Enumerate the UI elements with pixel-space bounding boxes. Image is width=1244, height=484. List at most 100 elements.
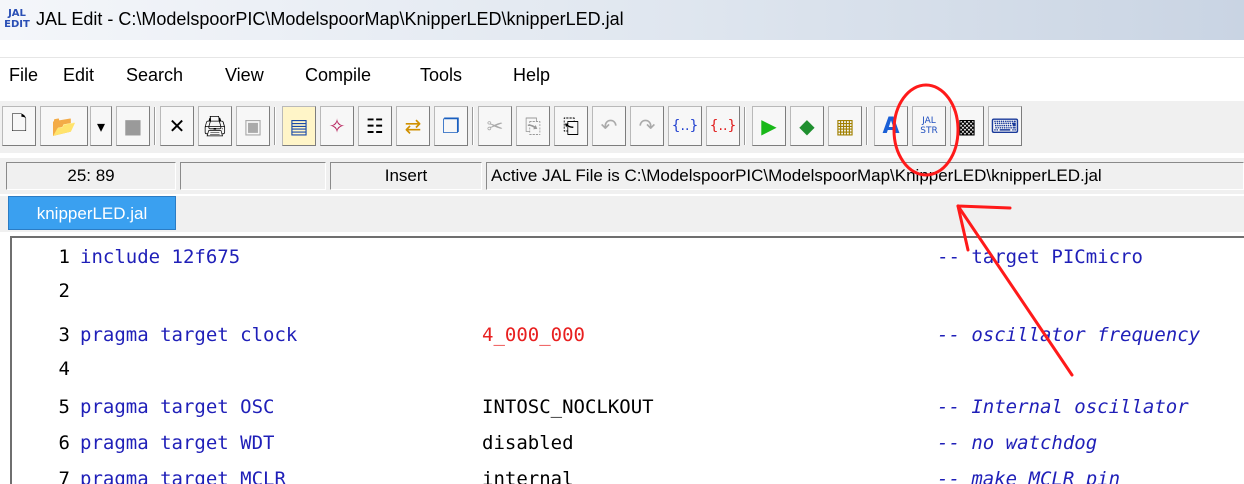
braces-red-icon: {..} <box>709 118 737 134</box>
stop-button[interactable]: ■ <box>116 106 150 146</box>
jal-str-icon: JAL STR <box>920 116 938 136</box>
wand-icon: ✧ <box>328 114 346 138</box>
toolbar: 🗋 📂 ▾ ■ ✕ 🖨 ▣ ▤ ✧ ☷ ⇄ ❐ ✂ ⎘ ⎗ ↶ ↷ {..} {… <box>0 101 1244 153</box>
code-comment: -- no watchdog <box>937 432 1098 454</box>
scissors-icon: ✂ <box>486 114 504 138</box>
code-line[interactable]: 5 pragma target OSC INTOSC_NOCLKOUT -- Inte… <box>12 396 1242 430</box>
compile-hex-button[interactable]: ▤ <box>282 106 316 146</box>
undo-icon: ↶ <box>600 114 618 138</box>
code-value: 4_000_000 <box>482 324 585 346</box>
download-icon: ▦ <box>835 114 855 138</box>
export-button[interactable]: ❐ <box>434 106 468 146</box>
chip-info-button[interactable]: ▩ <box>950 106 984 146</box>
jal-edit-app-icon: JAL EDIT <box>4 8 30 30</box>
toolbar-separator <box>274 107 276 145</box>
jal-string-button[interactable]: JAL STR <box>912 106 946 146</box>
menu-file[interactable]: File <box>9 65 38 86</box>
menu-bar: File Edit Search View Compile Tools Help <box>0 57 1244 94</box>
tab-knipperled[interactable]: knipperLED.jal <box>8 196 176 230</box>
stop-icon: ■ <box>123 114 143 138</box>
font-button[interactable]: A <box>874 106 908 146</box>
code-comment: -- target PICmicro <box>937 246 1143 268</box>
wizard-button[interactable]: ✧ <box>320 106 354 146</box>
program-chip-button[interactable]: ◆ <box>790 106 824 146</box>
code-comment: -- oscillator frequency <box>937 324 1201 346</box>
play-icon: ▶ <box>761 114 777 138</box>
font-icon: A <box>882 113 900 139</box>
new-file-icon: 🗋 <box>10 111 28 135</box>
uncomment-block-button[interactable]: {..} <box>706 106 740 146</box>
braces-blue-icon: {..} <box>671 118 699 134</box>
toolbar-separator <box>472 107 474 145</box>
toolbar-separator <box>744 107 746 145</box>
code-line[interactable]: 7 pragma target MCLR internal -- make MCLR … <box>12 468 1242 484</box>
code-line[interactable]: 6 pragma target WDT disabled -- no watchdog <box>12 432 1242 466</box>
program-icon: ◆ <box>799 114 815 138</box>
window-title: JAL Edit - C:\ModelspoorPIC\ModelspoorMa… <box>36 9 624 29</box>
tab-strip: knipperLED.jal <box>0 196 1244 232</box>
menu-edit[interactable]: Edit <box>63 65 94 86</box>
compile-run-button[interactable]: ▶ <box>752 106 786 146</box>
toolbar-separator <box>154 107 156 145</box>
compile-hex-icon: ▤ <box>289 114 309 138</box>
chip-icon: ▩ <box>957 114 977 138</box>
replace-button[interactable]: ⇄ <box>396 106 430 146</box>
download-button[interactable]: ▦ <box>828 106 862 146</box>
terminal-button[interactable]: ⌨ <box>988 106 1022 146</box>
print-button[interactable]: 🖨 <box>198 106 232 146</box>
menu-tools[interactable]: Tools <box>420 65 462 86</box>
code-value: disabled <box>482 432 574 454</box>
export-icon: ❐ <box>442 114 460 138</box>
print-setup-icon: ▣ <box>243 114 263 138</box>
paste-button[interactable]: ⎗ <box>554 106 588 146</box>
code-value: INTOSC_NOCLKOUT <box>482 396 654 418</box>
code-line[interactable]: 3 pragma target clock 4_000_000 -- oscillat… <box>12 324 1242 358</box>
status-bar: 25: 89 Insert Active JAL File is C:\Mode… <box>0 158 1244 194</box>
active-file-message: Active JAL File is C:\ModelspoorPIC\Mode… <box>486 162 1244 190</box>
cut-button[interactable]: ✂ <box>478 106 512 146</box>
line-number: 6 <box>58 432 70 454</box>
code-comment: -- make MCLR pin <box>937 468 1121 484</box>
toolbar-separator <box>866 107 868 145</box>
title-bar: JAL EDIT JAL Edit - C:\ModelspoorPIC\Mode… <box>0 0 1244 40</box>
menu-compile[interactable]: Compile <box>305 65 371 86</box>
code-keyword: pragma target MCLR <box>80 468 286 484</box>
open-dropdown-button[interactable]: ▾ <box>90 106 112 146</box>
line-number: 4 <box>58 358 70 380</box>
close-icon: ✕ <box>168 114 186 138</box>
code-editor[interactable]: 1 include 12f675 -- target PICmicro 2 3 pragm… <box>10 236 1244 484</box>
redo-icon: ↷ <box>638 114 656 138</box>
code-line[interactable]: 4 <box>12 358 1242 392</box>
replace-icon: ⇄ <box>404 114 422 138</box>
code-comment: -- Internal oscillator <box>937 396 1189 418</box>
comment-block-button[interactable]: {..} <box>668 106 702 146</box>
open-folder-icon: 📂 <box>51 114 77 138</box>
binoculars-icon: ☷ <box>366 114 384 138</box>
print-setup-button[interactable]: ▣ <box>236 106 270 146</box>
copy-button[interactable]: ⎘ <box>516 106 550 146</box>
code-keyword: pragma target clock <box>80 324 298 346</box>
undo-button[interactable]: ↶ <box>592 106 626 146</box>
menu-search[interactable]: Search <box>126 65 183 86</box>
code-line[interactable]: 1 include 12f675 -- target PICmicro <box>12 246 1242 280</box>
line-number: 1 <box>58 246 70 268</box>
copy-icon: ⎘ <box>525 114 541 138</box>
redo-button[interactable]: ↷ <box>630 106 664 146</box>
insert-mode: Insert <box>330 162 482 190</box>
line-number: 7 <box>58 468 70 484</box>
find-button[interactable]: ☷ <box>358 106 392 146</box>
cursor-position: 25: 89 <box>6 162 176 190</box>
code-line[interactable]: 2 <box>12 280 1242 314</box>
printer-icon: 🖨 <box>202 114 228 138</box>
status-empty-cell <box>180 162 326 190</box>
paste-icon: ⎗ <box>563 114 579 138</box>
chevron-down-icon: ▾ <box>96 116 106 136</box>
open-file-button[interactable]: 📂 <box>40 106 88 146</box>
line-number: 2 <box>58 280 70 302</box>
code-keyword: pragma target OSC <box>80 396 275 418</box>
menu-view[interactable]: View <box>225 65 264 86</box>
keyboard-icon: ⌨ <box>990 114 1020 138</box>
menu-help[interactable]: Help <box>513 65 550 86</box>
new-file-button[interactable]: 🗋 <box>2 106 36 146</box>
close-file-button[interactable]: ✕ <box>160 106 194 146</box>
